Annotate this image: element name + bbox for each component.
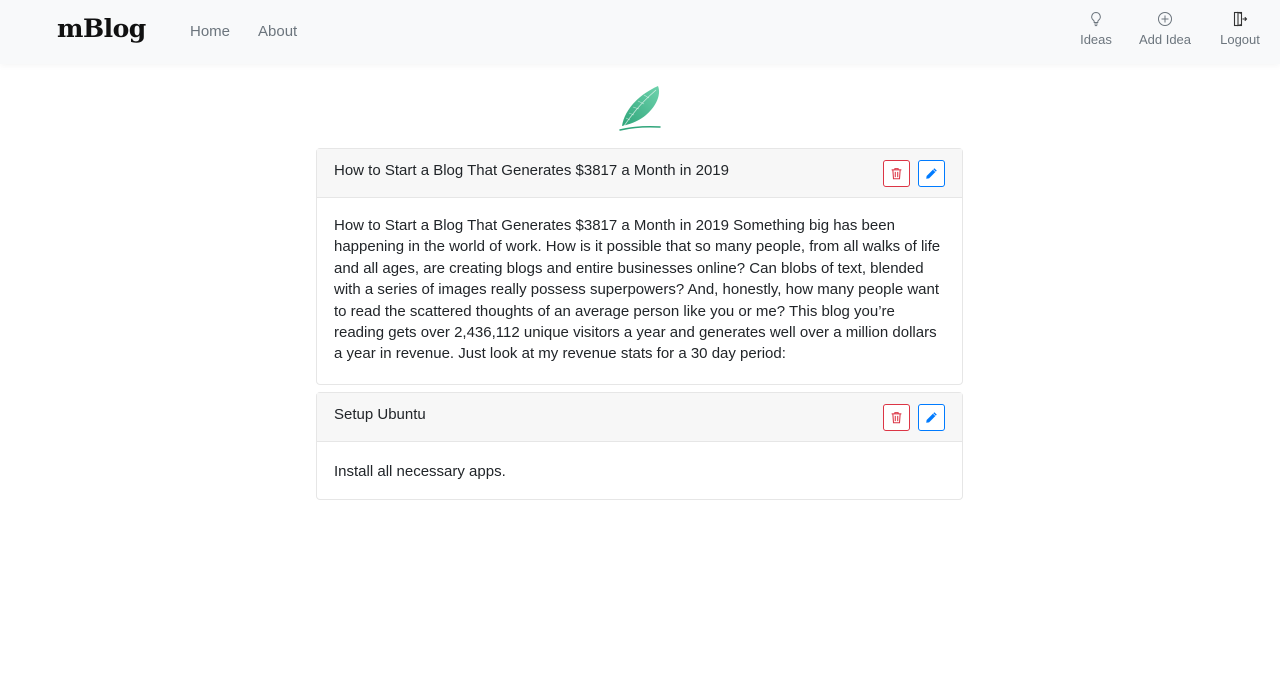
edit-button[interactable] xyxy=(918,160,945,187)
nav-add-idea[interactable]: Add Idea xyxy=(1130,11,1200,47)
brand-logo[interactable]: mBlog xyxy=(57,14,146,43)
nav-logout-label: Logout xyxy=(1220,32,1260,47)
post-card-header: Setup Ubuntu xyxy=(317,393,962,442)
post-title: How to Start a Blog That Generates $3817… xyxy=(334,162,729,179)
delete-button[interactable] xyxy=(883,160,910,187)
plus-circle-icon xyxy=(1158,12,1172,26)
post-body: How to Start a Blog That Generates $3817… xyxy=(334,217,941,363)
trash-icon xyxy=(891,168,902,180)
post-card: How to Start a Blog That Generates $3817… xyxy=(316,148,963,385)
post-body: Install all necessary apps. xyxy=(334,463,506,480)
nav-ideas-label: Ideas xyxy=(1080,32,1112,47)
nav-ideas[interactable]: Ideas xyxy=(1071,11,1121,47)
nav-links: Home About xyxy=(190,23,297,40)
nav-logout[interactable]: Logout xyxy=(1210,11,1270,47)
navbar: mBlog Home About Ideas Add Idea Logout xyxy=(0,0,1280,64)
nav-link-home[interactable]: Home xyxy=(190,23,230,40)
post-card-header: How to Start a Blog That Generates $3817… xyxy=(317,149,962,198)
pencil-icon xyxy=(926,168,937,179)
feather-icon xyxy=(619,86,661,131)
edit-button[interactable] xyxy=(918,404,945,431)
delete-button[interactable] xyxy=(883,404,910,431)
nav-add-idea-label: Add Idea xyxy=(1138,32,1192,47)
lightbulb-icon xyxy=(1091,11,1101,27)
pencil-icon xyxy=(926,412,937,423)
post-title: Setup Ubuntu xyxy=(334,406,426,423)
post-card: Setup Ubuntu Install all necessary apps. xyxy=(316,392,963,500)
nav-link-about[interactable]: About xyxy=(258,23,297,40)
logout-icon xyxy=(1233,11,1248,27)
trash-icon xyxy=(891,412,902,424)
